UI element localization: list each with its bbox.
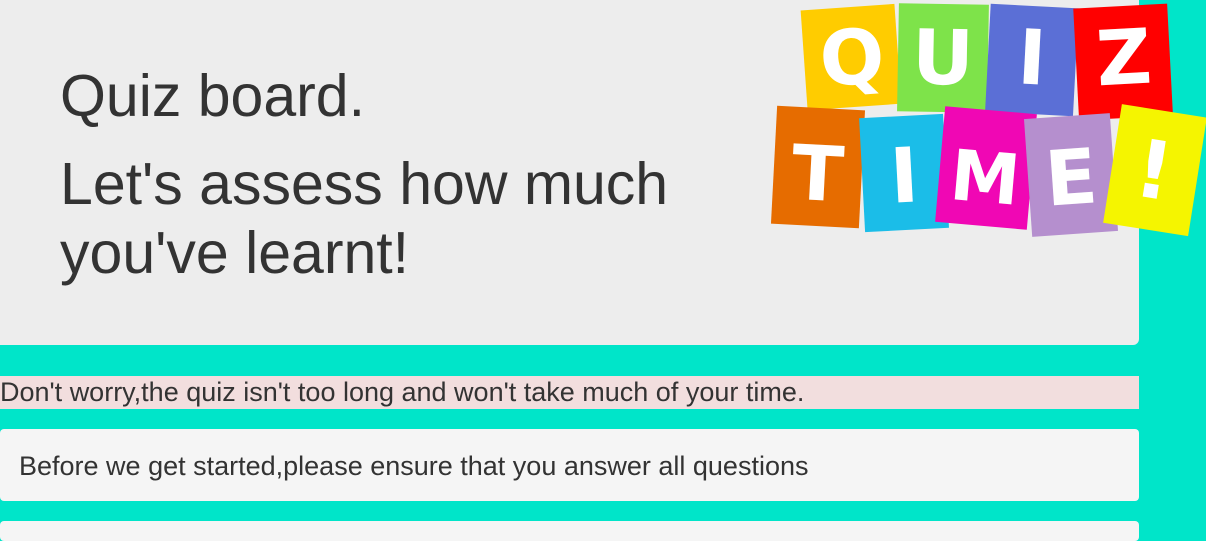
logo-tile-t: T — [770, 105, 866, 229]
logo-tile-q: Q — [800, 3, 902, 111]
page-subtitle: Let's assess how much you've learnt! — [60, 151, 669, 286]
logo-tile-exclaim: ! — [1103, 104, 1206, 237]
logo-letter-e: E — [1042, 131, 1100, 223]
logo-tile-m: M — [935, 106, 1037, 230]
next-panel — [0, 521, 1139, 541]
logo-letter-m: M — [947, 134, 1024, 222]
logo-letter-q: Q — [817, 11, 888, 104]
logo-letter-z: Z — [1094, 12, 1154, 104]
logo-letter-t: T — [789, 128, 846, 220]
logo-letter-i2: I — [888, 130, 921, 220]
logo-tile-u: U — [897, 3, 989, 113]
page-title: Quiz board. — [60, 63, 365, 129]
quiz-time-logo: Q U I Z T I M E ! — [770, 3, 1206, 237]
logo-tile-i: I — [985, 3, 1079, 117]
logo-tile-z: Z — [1073, 3, 1173, 121]
notice-banner: Don't worry,the quiz isn't too long and … — [0, 376, 1139, 409]
instructions-panel: Before we get started,please ensure that… — [0, 429, 1139, 501]
logo-letter-i: I — [1016, 12, 1049, 102]
logo-letter-u: U — [911, 12, 974, 102]
logo-tile-i2: I — [859, 113, 949, 233]
